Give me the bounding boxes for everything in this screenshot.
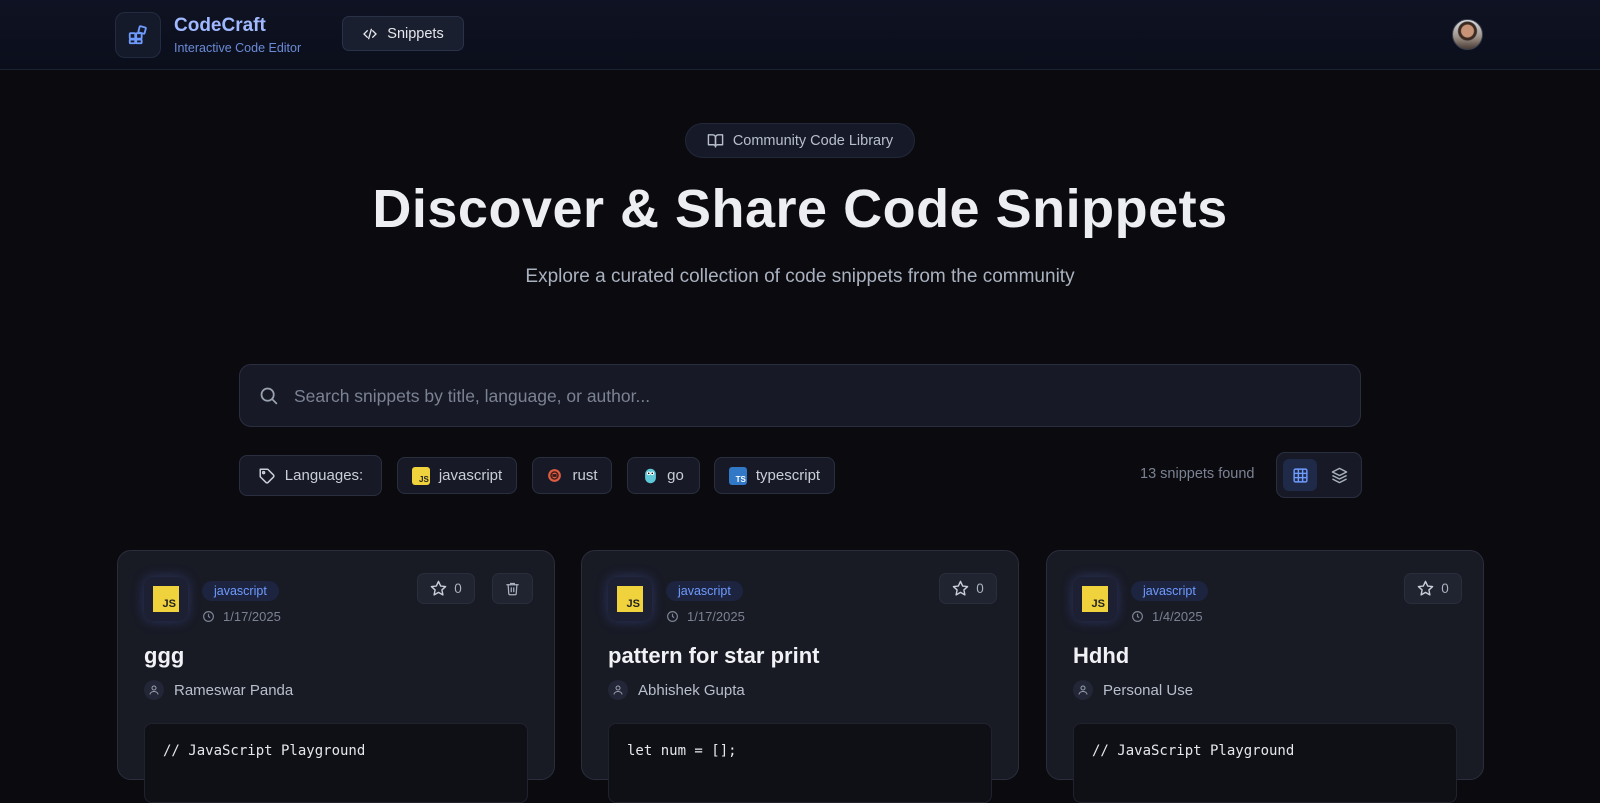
- javascript-logo-icon: JS: [608, 577, 652, 621]
- author-name: Rameswar Panda: [174, 681, 294, 699]
- filter-chip-go[interactable]: go: [627, 457, 700, 494]
- star-count: 0: [1441, 581, 1449, 596]
- snippet-count: 13 snippets found: [1140, 466, 1255, 482]
- javascript-logo-icon: JS: [144, 577, 188, 621]
- snippet-card[interactable]: JS javascript 1/4/2025 0 Hdhd Personal U…: [1046, 550, 1484, 803]
- trash-icon: [506, 582, 519, 596]
- codecraft-logo-icon[interactable]: [115, 12, 161, 58]
- clock-icon: [1132, 611, 1143, 622]
- star-icon: [1417, 580, 1434, 596]
- page-subtitle: Explore a curated collection of code sni…: [525, 266, 1075, 287]
- typescript-icon: TS: [728, 466, 747, 485]
- brand-subtitle: Interactive Code Editor: [174, 41, 302, 55]
- snippet-date: 1/17/2025: [666, 609, 745, 624]
- clock-icon: [203, 611, 214, 622]
- date-text: 1/17/2025: [223, 609, 281, 624]
- layers-icon: [1331, 467, 1347, 483]
- date-text: 1/17/2025: [687, 609, 745, 624]
- javascript-logo-icon: JS: [1073, 577, 1117, 621]
- go-gopher-icon: [645, 468, 657, 483]
- brand-title[interactable]: CodeCraft: [174, 15, 266, 37]
- grid-icon: [1292, 467, 1308, 483]
- star-button[interactable]: 0: [417, 573, 475, 604]
- snippet-author: Abhishek Gupta: [608, 680, 745, 700]
- top-header: CodeCraft Interactive Code Editor Snippe…: [0, 0, 1600, 70]
- languages-label: Languages:: [284, 467, 364, 484]
- javascript-icon: JS: [411, 466, 430, 485]
- filter-chip-typescript[interactable]: TS typescript: [714, 457, 835, 494]
- code-preview: let num = [];: [608, 723, 992, 803]
- page-title: Discover & Share Code Snippets: [372, 179, 1228, 239]
- snippet-card[interactable]: JS javascript 1/17/2025 0 ggg Rameswar P…: [117, 550, 555, 803]
- delete-button[interactable]: [492, 573, 533, 604]
- author-name: Abhishek Gupta: [638, 681, 745, 699]
- star-count: 0: [454, 581, 462, 596]
- user-icon: [608, 680, 628, 700]
- book-open-icon: [707, 134, 724, 148]
- tag-icon: [259, 468, 275, 484]
- snippet-date: 1/4/2025: [1131, 609, 1203, 624]
- star-button[interactable]: 0: [939, 573, 997, 604]
- filter-chip-label: rust: [572, 467, 598, 484]
- language-tag: javascript: [666, 581, 743, 601]
- code-line: // JavaScript Playground: [1092, 743, 1295, 759]
- snippets-nav-button[interactable]: Snippets: [342, 16, 464, 51]
- code-icon: [363, 28, 378, 39]
- snippet-title: pattern for star print: [608, 643, 820, 668]
- code-preview: // JavaScript Playground: [144, 723, 528, 803]
- snippet-author: Personal Use: [1073, 680, 1193, 700]
- filter-chip-label: javascript: [438, 467, 503, 484]
- code-preview: // JavaScript Playground: [1073, 723, 1457, 803]
- snippet-title: ggg: [144, 643, 185, 668]
- snippet-card[interactable]: JS javascript 1/17/2025 0 pattern for st…: [581, 550, 1019, 803]
- language-tag: javascript: [202, 581, 279, 601]
- snippet-date: 1/17/2025: [202, 609, 281, 624]
- list-view-button[interactable]: [1322, 459, 1356, 491]
- language-tag: javascript: [1131, 581, 1208, 601]
- star-icon: [952, 580, 969, 596]
- clock-icon: [667, 611, 678, 622]
- star-icon: [430, 580, 447, 596]
- filter-chip-label: go: [667, 467, 684, 484]
- filter-chip-label: typescript: [755, 467, 821, 484]
- date-text: 1/4/2025: [1152, 609, 1203, 624]
- search-input[interactable]: [292, 365, 1336, 428]
- search-bar: [239, 364, 1361, 428]
- snippet-author: Rameswar Panda: [144, 680, 293, 700]
- view-toggle: [1276, 452, 1362, 498]
- search-icon: [260, 387, 278, 405]
- star-button[interactable]: 0: [1404, 573, 1462, 604]
- user-icon: [144, 680, 164, 700]
- user-icon: [1073, 680, 1093, 700]
- community-badge-label: Community Code Library: [732, 132, 894, 149]
- star-count: 0: [976, 581, 984, 596]
- grid-view-button[interactable]: [1283, 459, 1317, 491]
- code-line: let num = [];: [627, 743, 737, 759]
- snippets-nav-label: Snippets: [387, 25, 444, 42]
- community-badge: Community Code Library: [685, 123, 915, 158]
- code-line: // JavaScript Playground: [163, 743, 366, 759]
- filter-chip-rust[interactable]: rust: [532, 457, 612, 494]
- rust-icon: [548, 469, 562, 482]
- languages-filter-label: Languages:: [239, 455, 382, 496]
- filter-chip-javascript[interactable]: JS javascript: [397, 457, 517, 494]
- author-name: Personal Use: [1103, 681, 1194, 699]
- user-avatar[interactable]: [1452, 19, 1483, 50]
- snippet-title: Hdhd: [1073, 643, 1130, 668]
